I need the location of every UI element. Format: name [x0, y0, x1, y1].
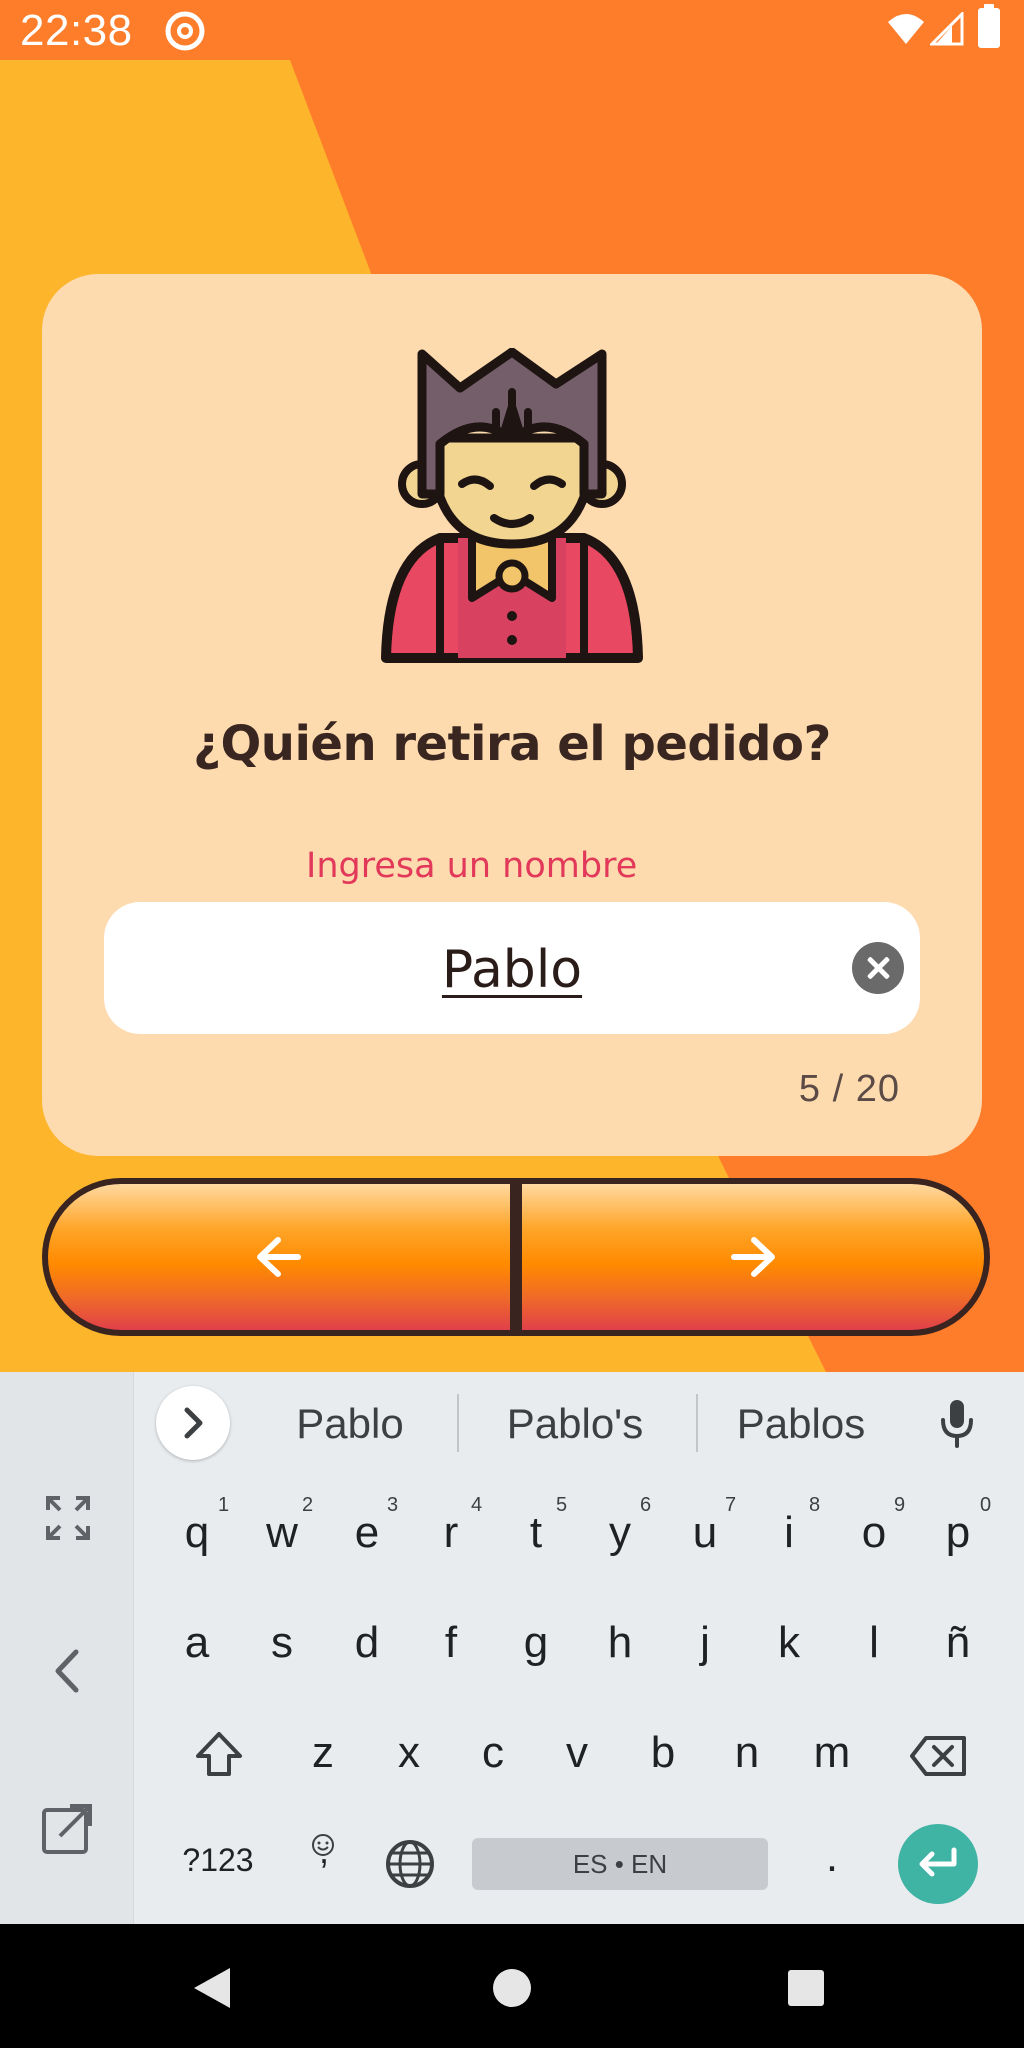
key-s[interactable]: s — [242, 1618, 322, 1668]
key-z[interactable]: z — [283, 1728, 363, 1778]
at-sign-icon — [165, 11, 205, 51]
suggestion-separator — [696, 1394, 698, 1452]
person-avatar-icon — [381, 348, 643, 663]
key-hint-7: 7 — [725, 1494, 737, 1516]
chevron-right-icon — [184, 1407, 203, 1439]
arrow-right-icon — [731, 1237, 775, 1277]
expand-icon[interactable] — [44, 1494, 92, 1542]
enter-arrow-icon — [919, 1847, 957, 1877]
suggestion-1[interactable]: Pablo — [270, 1400, 430, 1448]
microphone-icon[interactable] — [938, 1398, 976, 1448]
key-f[interactable]: f — [411, 1618, 491, 1668]
key-hint-4: 4 — [471, 1494, 483, 1516]
character-counter: 5 / 20 — [798, 1068, 900, 1110]
name-input[interactable]: Pablo — [104, 902, 920, 1034]
shift-icon[interactable] — [194, 1730, 244, 1780]
key-j[interactable]: j — [665, 1618, 745, 1668]
key-g[interactable]: g — [496, 1618, 576, 1668]
suggestions-expand-button[interactable] — [156, 1386, 230, 1460]
battery-icon — [978, 4, 1000, 48]
floating-keyboard-icon[interactable] — [40, 1800, 96, 1856]
key-a[interactable]: a — [157, 1618, 237, 1668]
key-hint-2: 2 — [302, 1494, 314, 1516]
space-key[interactable]: ES • EN — [472, 1838, 768, 1890]
backspace-icon[interactable] — [908, 1734, 968, 1778]
key-d[interactable]: d — [327, 1618, 407, 1668]
enter-key[interactable] — [898, 1824, 978, 1904]
status-time: 22:38 — [20, 6, 133, 55]
suggestion-3[interactable]: Pablos — [716, 1400, 886, 1448]
clear-input-icon[interactable] — [852, 942, 904, 994]
key-h[interactable]: h — [580, 1618, 660, 1668]
name-input-value: Pablo — [441, 940, 583, 1000]
key-hint-9: 9 — [894, 1494, 906, 1516]
system-navigation-bar — [0, 1924, 1024, 2048]
suggestion-separator — [457, 1394, 459, 1452]
key-hint-5: 5 — [556, 1494, 568, 1516]
key-v[interactable]: v — [537, 1728, 617, 1778]
globe-icon[interactable] — [384, 1838, 436, 1890]
key-b[interactable]: b — [623, 1728, 703, 1778]
key-n[interactable]: n — [707, 1728, 787, 1778]
key-hint-6: 6 — [640, 1494, 652, 1516]
symbols-key[interactable]: ?123 — [178, 1842, 258, 1879]
key-c[interactable]: c — [453, 1728, 533, 1778]
system-recents-icon[interactable] — [786, 1968, 826, 2008]
system-home-icon[interactable] — [490, 1966, 534, 2010]
navigation-buttons — [42, 1178, 990, 1336]
key-l[interactable]: l — [834, 1618, 914, 1668]
signal-icon — [930, 12, 964, 46]
key-hint-0: 0 — [980, 1494, 992, 1516]
wifi-icon — [888, 14, 924, 44]
key-hint-1: 1 — [218, 1494, 230, 1516]
system-back-icon[interactable] — [190, 1966, 234, 2010]
nav-divider — [510, 1184, 522, 1330]
name-field-label: Ingresa un nombre — [306, 846, 638, 886]
key-m[interactable]: m — [792, 1728, 872, 1778]
status-bar: 22:38 — [0, 0, 1024, 62]
key-hint-3: 3 — [387, 1494, 399, 1516]
next-button[interactable] — [522, 1184, 984, 1330]
emoji-icon — [312, 1834, 334, 1856]
period-key[interactable]: . — [792, 1832, 872, 1882]
page-question: ¿Quién retira el pedido? — [193, 716, 831, 772]
back-button[interactable] — [48, 1184, 510, 1330]
key-k[interactable]: k — [749, 1618, 829, 1668]
suggestion-2[interactable]: Pablo's — [480, 1400, 670, 1448]
arrow-left-icon — [257, 1237, 301, 1277]
key-hint-8: 8 — [809, 1494, 821, 1516]
chevron-left-icon[interactable] — [48, 1646, 88, 1696]
key-x[interactable]: x — [369, 1728, 449, 1778]
key-n-tilde[interactable]: ñ — [918, 1618, 998, 1668]
